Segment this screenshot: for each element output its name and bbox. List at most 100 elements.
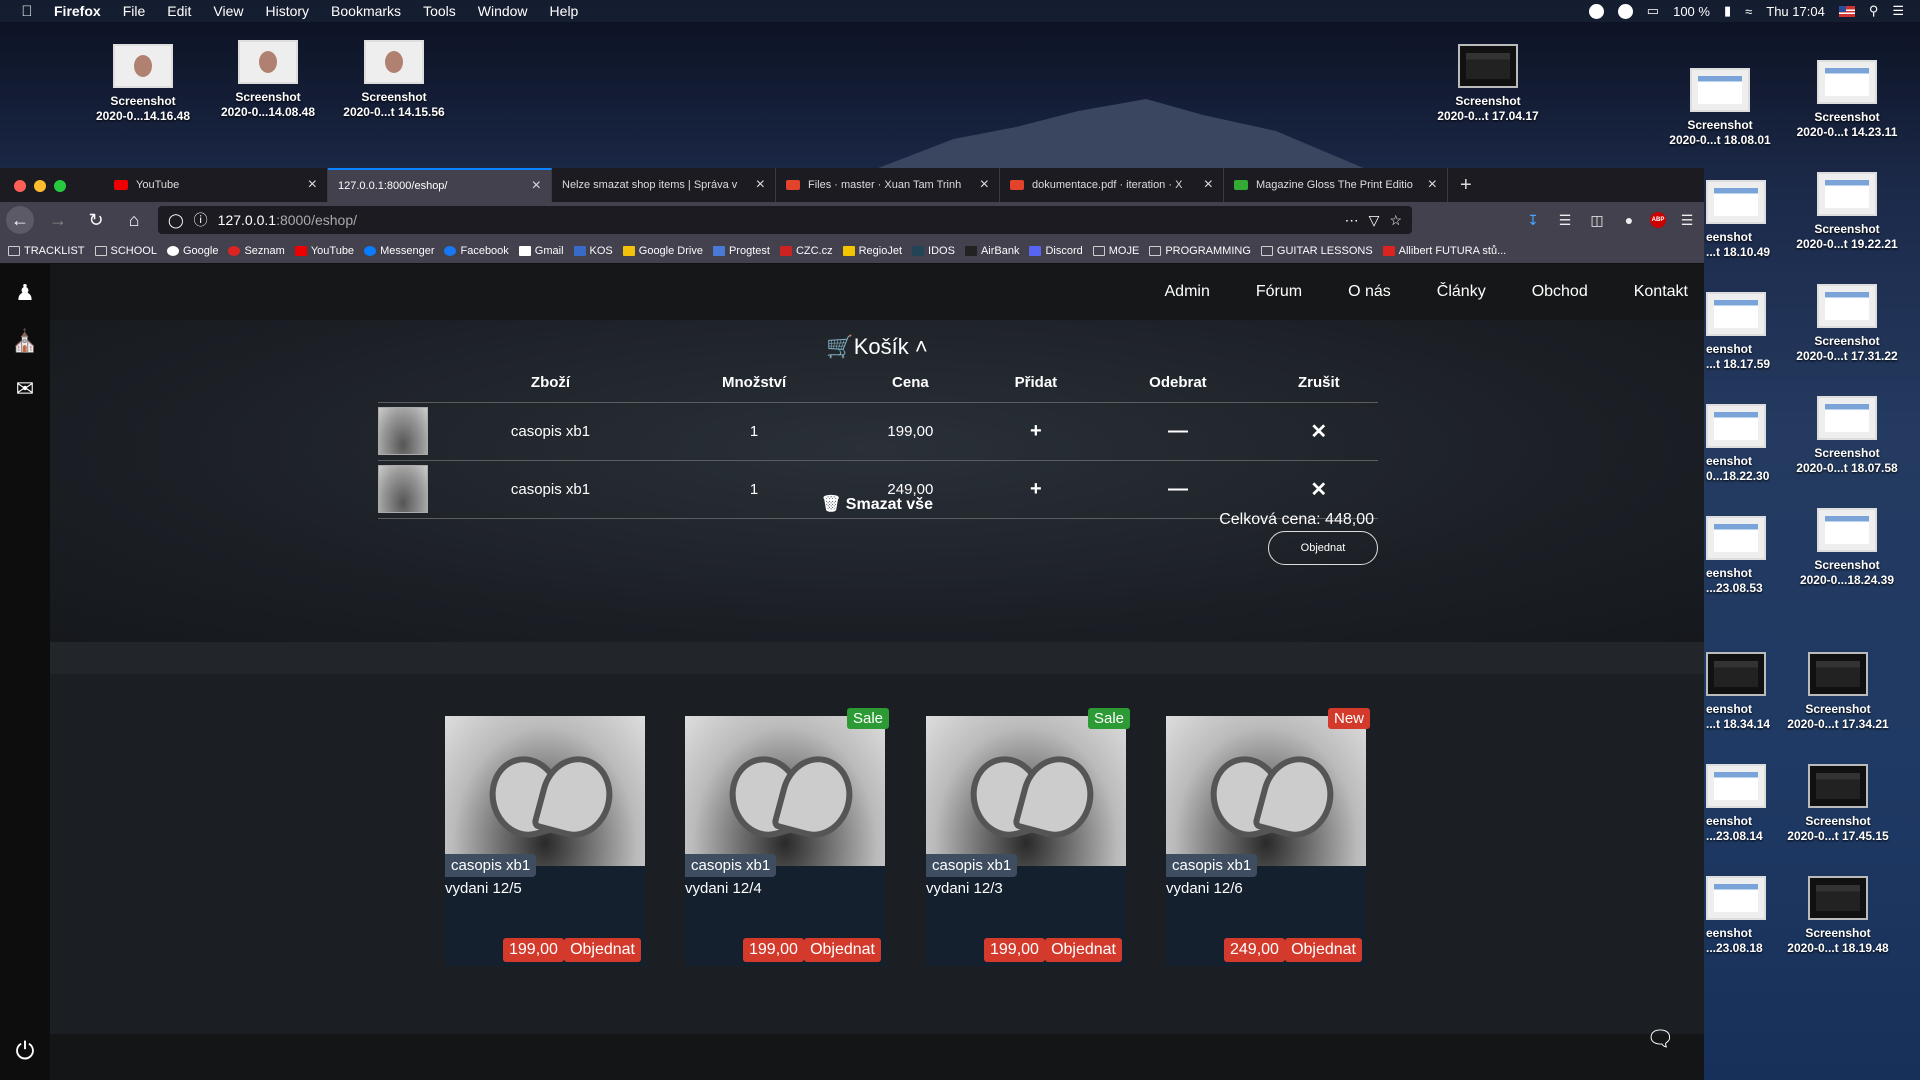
- plus-icon[interactable]: +: [975, 402, 1097, 461]
- desktop-file[interactable]: eenshot ...23.08.18: [1706, 876, 1786, 956]
- reload-icon[interactable]: ↻: [82, 206, 110, 234]
- remove-x-icon[interactable]: ✕: [1259, 402, 1378, 461]
- product-image[interactable]: [1166, 716, 1366, 866]
- minus-icon[interactable]: —: [1096, 402, 1260, 461]
- bookmark-idos[interactable]: IDOS: [912, 245, 955, 257]
- desktop-file[interactable]: Screenshot 2020-0...t 19.22.21: [1787, 172, 1907, 252]
- bookmark-folder[interactable]: PROGRAMMING: [1149, 245, 1251, 257]
- bookmark-star-icon[interactable]: ☆: [1389, 212, 1402, 229]
- info-icon[interactable]: ⓘ: [194, 210, 208, 230]
- new-tab-button[interactable]: +: [1448, 168, 1484, 202]
- basket-icon[interactable]: ⛪: [10, 326, 40, 356]
- airplay-icon[interactable]: ▭: [1647, 3, 1659, 19]
- desktop-file[interactable]: Screenshot 2020-0...18.24.39: [1787, 508, 1907, 588]
- bookmark-discord[interactable]: Discord: [1029, 245, 1083, 257]
- bookmark-kos[interactable]: KOS: [573, 245, 613, 257]
- product-card[interactable]: Sale casopis xb1 vydani 12/4 199,00 Obje…: [685, 708, 889, 966]
- desktop-file[interactable]: Screenshot 2020-0...14.08.48: [208, 40, 328, 120]
- menu-window[interactable]: Window: [478, 3, 528, 19]
- menu-file[interactable]: File: [123, 3, 146, 19]
- account-icon[interactable]: ●: [1618, 212, 1640, 228]
- cart-title[interactable]: 🛒Košík ˄: [50, 334, 1704, 360]
- order-product-button[interactable]: Objednat: [804, 938, 881, 962]
- library-icon[interactable]: ☰: [1554, 212, 1576, 229]
- order-button[interactable]: Objednat: [1268, 531, 1378, 565]
- nav-admin[interactable]: Admin: [1165, 283, 1210, 301]
- desktop-file[interactable]: Screenshot 2020-0...t 18.08.01: [1660, 68, 1780, 148]
- bookmark-seznam[interactable]: Seznam: [228, 245, 285, 257]
- menu-bookmarks[interactable]: Bookmarks: [331, 3, 401, 19]
- chat-icon[interactable]: 🗨: [1646, 1026, 1674, 1052]
- product-image[interactable]: [926, 716, 1126, 866]
- battery-percent[interactable]: 100 %: [1673, 4, 1710, 19]
- tab-eshop[interactable]: 127.0.0.1:8000/eshop/×: [328, 168, 552, 202]
- download-icon[interactable]: ↧: [1522, 212, 1544, 229]
- bookmark-czc[interactable]: CZC.cz: [779, 245, 833, 257]
- nav-about[interactable]: O nás: [1348, 283, 1391, 301]
- tab-magazine[interactable]: Magazine Gloss The Print Editio ×: [1224, 168, 1448, 202]
- control-center-icon[interactable]: ☰: [1892, 3, 1904, 19]
- order-product-button[interactable]: Objednat: [1285, 938, 1362, 962]
- user-icon[interactable]: ♟: [10, 278, 40, 308]
- product-image[interactable]: [445, 716, 645, 866]
- nav-shop[interactable]: Obchod: [1532, 283, 1588, 301]
- back-arrow-icon[interactable]: ←: [6, 206, 34, 234]
- close-tab-icon[interactable]: ×: [756, 176, 765, 194]
- product-card[interactable]: New casopis xb1 vydani 12/6 249,00 Objed…: [1166, 708, 1370, 966]
- bookmark-messenger[interactable]: Messenger: [364, 245, 434, 257]
- home-icon[interactable]: ⌂: [120, 206, 148, 234]
- menu-app[interactable]: Firefox: [54, 3, 101, 19]
- bookmark-progtest[interactable]: Progtest: [712, 245, 770, 257]
- bookmark-folder[interactable]: MOJE: [1092, 245, 1139, 257]
- nav-contact[interactable]: Kontakt: [1634, 283, 1688, 301]
- wifi-icon[interactable]: ≈: [1745, 4, 1752, 19]
- hamburger-menu-icon[interactable]: ☰: [1676, 212, 1698, 229]
- url-bar[interactable]: ◯ ⓘ 127.0.0.1:8000/eshop/ ⋯ ▽ ☆: [158, 206, 1412, 234]
- menu-view[interactable]: View: [213, 3, 243, 19]
- bookmark-facebook[interactable]: Facebook: [444, 245, 509, 257]
- desktop-file[interactable]: Screenshot 2020-0...t 17.45.15: [1778, 764, 1898, 844]
- clock[interactable]: Thu 17:04: [1766, 4, 1825, 19]
- menu-edit[interactable]: Edit: [167, 3, 191, 19]
- desktop-file[interactable]: Screenshot 2020-0...t 14.15.56: [334, 40, 454, 120]
- tab-nelze-smazat[interactable]: Nelze smazat shop items | Správa v ×: [552, 168, 776, 202]
- close-tab-icon[interactable]: ×: [532, 177, 541, 195]
- minimize-window-button[interactable]: [34, 180, 46, 192]
- desktop-file[interactable]: Screenshot 2020-0...t 17.34.21: [1778, 652, 1898, 732]
- mail-icon[interactable]: ✉: [10, 374, 40, 404]
- tab-youtube[interactable]: YouTube ×: [104, 168, 328, 202]
- adblock-icon[interactable]: ABP: [1650, 212, 1666, 228]
- order-product-button[interactable]: Objednat: [564, 938, 641, 962]
- pocket-icon[interactable]: ▽: [1369, 212, 1380, 229]
- desktop-file[interactable]: Screenshot 2020-0...t 18.07.58: [1787, 396, 1907, 476]
- menu-tools[interactable]: Tools: [423, 3, 456, 19]
- input-flag-icon[interactable]: [1838, 5, 1855, 17]
- shield-icon[interactable]: ◯: [168, 212, 184, 229]
- bookmark-folder[interactable]: TRACKLIST: [8, 245, 85, 257]
- close-tab-icon[interactable]: ×: [980, 176, 989, 194]
- close-window-button[interactable]: [14, 180, 26, 192]
- desktop-file[interactable]: Screenshot 2020-0...14.16.48: [83, 44, 203, 124]
- bookmark-youtube[interactable]: YouTube: [294, 245, 354, 257]
- apple-icon[interactable]: : [0, 3, 54, 20]
- desktop-file[interactable]: Screenshot 2020-0...t 18.19.48: [1778, 876, 1898, 956]
- close-tab-icon[interactable]: ×: [308, 176, 317, 194]
- desktop-file[interactable]: eenshot ...23.08.53: [1706, 516, 1786, 596]
- desktop-file[interactable]: Screenshot 2020-0...t 17.31.22: [1787, 284, 1907, 364]
- desktop-file[interactable]: Screenshot 2020-0...t 17.04.17: [1428, 44, 1548, 124]
- tab-dokumentace[interactable]: dokumentace.pdf · iteration · X ×: [1000, 168, 1224, 202]
- product-card[interactable]: casopis xb1 vydani 12/5 199,00 Objednat: [445, 716, 645, 966]
- power-icon[interactable]: ⏻: [10, 1038, 40, 1068]
- desktop-file[interactable]: Screenshot 2020-0...t 14.23.11: [1787, 60, 1907, 140]
- desktop-file[interactable]: eenshot ...t 18.10.49: [1706, 180, 1786, 260]
- bookmark-folder[interactable]: SCHOOL: [94, 245, 157, 257]
- bookmark-google[interactable]: Google: [166, 245, 218, 257]
- product-card[interactable]: Sale casopis xb1 vydani 12/3 199,00 Obje…: [926, 708, 1130, 966]
- battery-icon[interactable]: ▮: [1724, 3, 1731, 19]
- desktop-file[interactable]: eenshot ...23.08.14: [1706, 764, 1786, 844]
- desktop-file[interactable]: eenshot ...t 18.17.59: [1706, 292, 1786, 372]
- sidebar-toggle-icon[interactable]: ◫: [1586, 212, 1608, 229]
- order-product-button[interactable]: Objednat: [1045, 938, 1122, 962]
- bookmark-google-drive[interactable]: Google Drive: [622, 245, 703, 257]
- close-tab-icon[interactable]: ×: [1204, 176, 1213, 194]
